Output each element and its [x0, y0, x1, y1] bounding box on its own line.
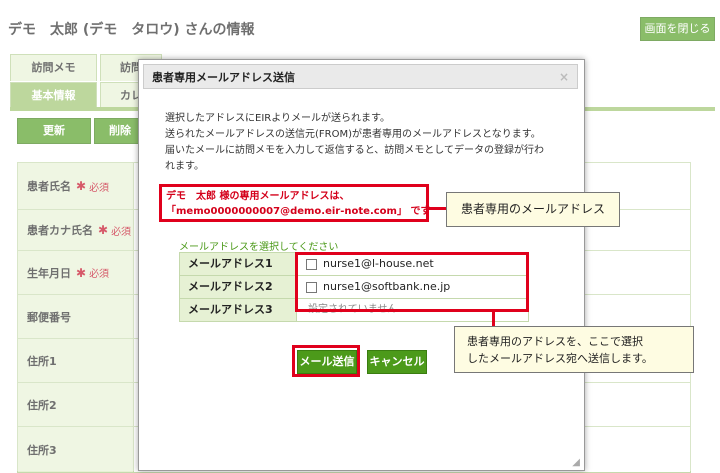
callout-line: 患者専用のアドレスを、ここで選択: [467, 335, 643, 348]
callout-dedicated-address: 患者専用のメールアドレス: [446, 192, 620, 227]
intro-line: 送られたメールアドレスの送信元(FROM)が患者専用のメールアドレスとなります。: [165, 129, 541, 140]
send-email-button[interactable]: メール送信: [297, 350, 357, 374]
intro-line: れます。: [165, 161, 204, 172]
cancel-button[interactable]: キャンセル: [367, 350, 427, 374]
address-label: メールアドレス3: [180, 299, 297, 321]
address-highlight: [295, 252, 529, 312]
address-label: メールアドレス1: [180, 253, 297, 275]
dialog-intro: 選択したアドレスにEIRよりメールが送られます。 送られたメールアドレスの送信元…: [165, 111, 544, 175]
dialog-header: 患者専用メールアドレス送信 ×: [143, 64, 578, 89]
intro-line: 届いたメールに訪問メモを入力して返信すると、訪問メモとしてデータの登録が行わ: [165, 145, 544, 156]
address-label: メールアドレス2: [180, 276, 297, 298]
callout-connector: [492, 311, 495, 326]
select-prompt: メールアドレスを選択してください: [179, 242, 339, 253]
intro-line: 選択したアドレスにEIRよりメールが送られます。: [165, 113, 391, 124]
dedicated-line: デモ 太郎 様の専用メールアドレスは、: [166, 191, 350, 202]
callout-line: したメールアドレス宛へ送信します。: [467, 352, 653, 365]
dedicated-address-text: デモ 太郎 様の専用メールアドレスは、 「memo0000000007@demo…: [166, 189, 430, 219]
resize-handle-icon[interactable]: ◢: [572, 457, 580, 468]
dialog-title: 患者専用メールアドレス送信: [152, 71, 295, 84]
close-icon[interactable]: ×: [559, 65, 569, 90]
callout-send-explanation: 患者専用のアドレスを、ここで選択 したメールアドレス宛へ送信します。: [454, 326, 694, 373]
dedicated-line: 「memo0000000007@demo.eir-note.com」 です: [166, 206, 431, 217]
callout-connector: [428, 207, 446, 210]
email-send-dialog: 患者専用メールアドレス送信 × 選択したアドレスにEIRよりメールが送られます。…: [138, 59, 585, 471]
